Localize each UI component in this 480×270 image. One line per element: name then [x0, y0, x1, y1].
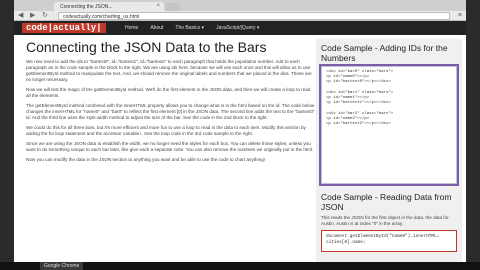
main-column: Connecting the JSON Data to the Bars We … [26, 39, 316, 167]
tab-title: Connecting the JSON... [60, 4, 113, 10]
site-nav: code|actually| Home About The Basics ▾ J… [14, 21, 466, 35]
reload-icon[interactable]: ↻ [42, 12, 48, 20]
code-sample-1[interactable]: <div id="bar0" class="bars"> <p id="name… [319, 64, 459, 186]
site-logo[interactable]: code|actually| [22, 23, 106, 33]
paragraph: The getElementById method combined with … [26, 103, 315, 120]
page-content: Connecting the JSON Data to the Bars We … [14, 35, 466, 270]
nav-about[interactable]: About [144, 21, 169, 35]
nav-links: Home About The Basics ▾ JavaScript/jQuer… [119, 21, 265, 35]
paragraph: Now we will test the magic of the getEle… [26, 87, 311, 98]
browser-window: Connecting the JSON... × ◀ ▶ ↻ codeactua… [14, 0, 466, 270]
paragraph: Now you can modify the data in the JSON … [26, 157, 266, 162]
nav-basics[interactable]: The Basics ▾ [169, 21, 210, 35]
nav-home[interactable]: Home [119, 21, 144, 35]
paragraph: We now need to add the ids to "bartext0"… [26, 59, 312, 82]
browser-tab[interactable]: Connecting the JSON... × [54, 2, 164, 11]
code-sample-2-title: Code Sample - Reading Data from JSON [321, 192, 452, 212]
sidebar: Code Sample - Adding IDs for the Numbers… [316, 39, 462, 270]
address-bar[interactable]: codeactually.com/charting_ux.html [58, 12, 450, 20]
taskbar-item-chrome[interactable]: Google Chrome [40, 262, 84, 270]
code-sample-1-title: Code Sample - Adding IDs for the Numbers [321, 43, 448, 63]
close-tab-icon[interactable]: × [156, 3, 160, 9]
code-sample-2-text: This reads the JSON for the first object… [321, 215, 449, 226]
taskbar: Google Chrome [0, 262, 480, 270]
paragraph: We could do this for all three bars, but… [26, 125, 306, 136]
tab-bar: Connecting the JSON... × [14, 0, 466, 11]
page-title: Connecting the JSON Data to the Bars [26, 39, 267, 55]
toolbar: ◀ ▶ ↻ codeactually.com/charting_ux.html … [14, 11, 466, 21]
nav-javascript[interactable]: JavaScript/jQuery ▾ [210, 21, 265, 35]
new-tab-button[interactable] [166, 3, 180, 11]
screen: Connecting the JSON... × ◀ ▶ ↻ codeactua… [0, 0, 480, 270]
paragraph: Since we are using the JSON data to esta… [26, 141, 314, 152]
url-text: codeactually.com/charting_ux.html [63, 14, 140, 20]
code-sample-2[interactable]: document.getElementById("name0").innerHT… [321, 230, 457, 252]
menu-icon[interactable]: ≡ [458, 12, 462, 20]
back-icon[interactable]: ◀ [18, 12, 23, 20]
forward-icon[interactable]: ▶ [30, 12, 35, 20]
